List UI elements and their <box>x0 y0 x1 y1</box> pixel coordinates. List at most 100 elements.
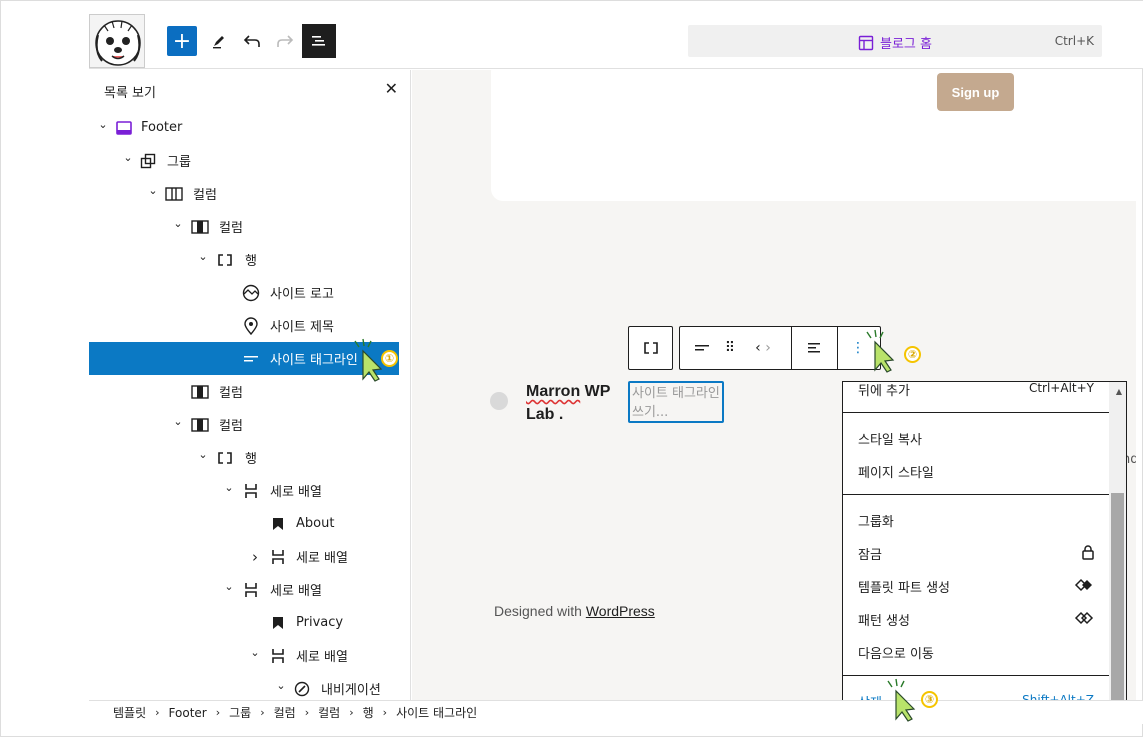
breadcrumb-item[interactable]: 컬럼 <box>274 704 296 721</box>
scroll-thumb[interactable] <box>1111 493 1124 703</box>
chevron-down-icon[interactable]: ⌄ <box>97 118 109 131</box>
menu-item[interactable]: 스타일 복사 <box>858 429 1098 448</box>
menu-scrollbar[interactable]: ▲ ▼ <box>1109 382 1126 722</box>
tagline-icon <box>242 351 260 367</box>
list-view-item[interactable]: ⌄ Footer <box>89 111 399 144</box>
move-arrows[interactable]: ‹ › <box>746 327 780 369</box>
chevron-down-icon[interactable]: ⌄ <box>275 679 287 692</box>
breadcrumb-item[interactable]: 사이트 태그라인 <box>396 704 477 721</box>
redo-icon <box>277 35 294 47</box>
bookmark-icon <box>269 516 287 532</box>
parent-block-button[interactable] <box>628 326 673 370</box>
cursor-pointer-icon <box>887 678 916 722</box>
list-view-item[interactable]: ⌄ 행 <box>89 441 399 474</box>
chevron-right-icon[interactable]: › <box>249 548 261 566</box>
chevron-down-icon[interactable]: ⌄ <box>147 184 159 197</box>
chevron-down-icon[interactable]: ⌄ <box>249 646 261 659</box>
redo-button[interactable] <box>269 25 301 57</box>
row-icon <box>216 252 234 268</box>
map-marker-icon <box>242 316 260 335</box>
template-part-icon <box>115 120 133 136</box>
list-view-item[interactable]: About <box>89 507 399 540</box>
list-view-button[interactable] <box>302 24 336 58</box>
menu-item[interactable]: 다음으로 이동 <box>858 643 1098 662</box>
menu-item[interactable]: 페이지 스타일 <box>858 462 1098 481</box>
add-block-button[interactable]: + <box>167 26 197 56</box>
block-type-button[interactable] <box>690 327 714 369</box>
wordpress-link[interactable]: WordPress <box>586 603 655 619</box>
column-icon <box>191 417 209 433</box>
breadcrumb-item[interactable]: 행 <box>363 704 374 721</box>
list-view-item-label: 세로 배열 <box>270 485 322 500</box>
breadcrumb-item[interactable]: 템플릿 <box>113 704 146 721</box>
list-view-item[interactable]: ⌄ 컬럼 <box>89 177 399 210</box>
list-view-item[interactable]: Privacy <box>89 606 399 639</box>
command-shortcut: Ctrl+K <box>1054 34 1094 48</box>
stack-icon <box>269 648 287 664</box>
chevron-down-icon[interactable]: ⌄ <box>197 448 209 461</box>
menu-item[interactable]: 잠금 <box>858 544 1098 563</box>
site-logo-block[interactable] <box>490 392 508 410</box>
list-view-item[interactable]: ⌄ 그룹 <box>89 144 399 177</box>
pencil-icon <box>213 36 224 49</box>
menu-item[interactable]: 패턴 생성 <box>858 610 1098 629</box>
list-view-item[interactable]: ⌄ 세로 배열 <box>89 573 399 606</box>
menu-item[interactable]: 템플릿 파트 생성 <box>858 577 1098 596</box>
scroll-up-icon[interactable]: ▲ <box>1116 387 1122 396</box>
list-view-item-label: 컬럼 <box>219 386 243 401</box>
close-list-view-button[interactable]: ✕ <box>385 79 398 98</box>
list-view-item[interactable]: ⌄ 행 <box>89 243 399 276</box>
command-palette-button[interactable]: 블로그 홈 Ctrl+K <box>688 25 1102 57</box>
menu-item[interactable]: 그룹화 <box>858 511 1098 530</box>
site-logo-button[interactable] <box>89 14 145 68</box>
tools-button[interactable] <box>203 25 235 57</box>
list-view-item[interactable]: ⌄ 내비게이션 <box>89 672 399 700</box>
list-view-panel: 목록 보기 ✕ ⌄ Footer ⌄ 그룹 ⌄ 컬럼 ⌄ 컬럼 ⌄ 행 사이트 로고 사이트 제목 사이… <box>89 70 411 700</box>
app-window: + 블로그 홈 Ctrl+K 목록 보기 ✕ ⌄ Footer ⌄ 그룹 ⌄ 컬럼 ⌄ 컬럼 ⌄… <box>0 0 1143 737</box>
list-view-item[interactable]: ⌄ 컬럼 <box>89 408 399 441</box>
list-view-item-label: 행 <box>245 452 257 467</box>
columns-icon <box>165 186 183 202</box>
site-logo-icon <box>242 284 260 301</box>
list-view-item-label: 사이트 태그라인 <box>270 353 358 368</box>
chevron-down-icon[interactable]: ⌄ <box>172 217 184 230</box>
list-view-item[interactable]: ⌄ 컬럼 <box>89 210 399 243</box>
tagline-icon <box>695 345 709 351</box>
row-icon <box>643 342 658 354</box>
list-view-item[interactable]: 사이트 로고 <box>89 276 399 309</box>
breadcrumb-item[interactable]: Footer <box>169 706 207 720</box>
undo-button[interactable] <box>236 25 268 57</box>
list-view-item-label: 세로 배열 <box>270 584 322 599</box>
chevron-right-icon: › <box>349 706 354 719</box>
command-title-text: 블로그 홈 <box>880 37 932 52</box>
chevron-right-icon[interactable]: › <box>765 340 771 356</box>
list-view-item-label: Footer <box>141 120 183 135</box>
breadcrumb-item[interactable]: 그룹 <box>229 704 251 721</box>
annotation-badge-3: ③ <box>921 691 938 708</box>
chevron-down-icon[interactable]: ⌄ <box>172 415 184 428</box>
template-part-solid-icon <box>1074 578 1094 596</box>
list-view-item[interactable]: ⌄ 세로 배열 <box>89 474 399 507</box>
chevron-left-icon[interactable]: ‹ <box>755 340 761 356</box>
site-title-block[interactable]: Marron WP Lab . <box>526 380 621 426</box>
options-button[interactable]: ⋮ <box>850 327 866 369</box>
credits-text: Designed with WordPress <box>494 603 655 619</box>
chevron-down-icon[interactable]: ⌄ <box>223 481 235 494</box>
close-icon: ✕ <box>384 79 398 98</box>
align-button[interactable] <box>802 327 826 369</box>
signup-card: Sign up <box>491 70 1136 201</box>
signup-button[interactable]: Sign up <box>937 73 1014 111</box>
list-view-item-label: Privacy <box>296 615 344 630</box>
list-view-item[interactable]: › 세로 배열 <box>89 540 399 573</box>
tagline-input[interactable]: 사이트 태그라인 쓰기... <box>628 381 724 423</box>
chevron-down-icon[interactable]: ⌄ <box>223 580 235 593</box>
chevron-down-icon[interactable]: ⌄ <box>122 151 134 164</box>
list-view-item[interactable]: ⌄ 세로 배열 <box>89 639 399 672</box>
chevron-right-icon: › <box>304 706 310 719</box>
chevron-right-icon: › <box>155 706 160 719</box>
list-view-item-label: 내비게이션 <box>321 683 381 698</box>
breadcrumb-item[interactable]: 컬럼 <box>318 704 340 721</box>
drag-handle[interactable]: ⠿ <box>720 327 740 369</box>
chevron-down-icon[interactable]: ⌄ <box>197 250 209 263</box>
chevron-right-icon: › <box>215 706 221 719</box>
